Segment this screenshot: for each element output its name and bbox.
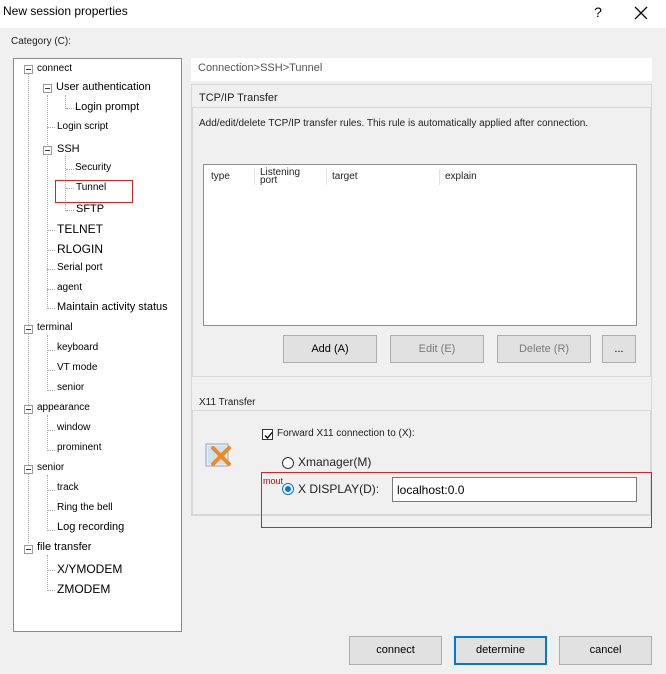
check-icon	[264, 432, 273, 439]
tree-item-serial-port[interactable]: Serial port	[57, 262, 103, 273]
tree-line	[47, 430, 55, 431]
tree-item-terminal[interactable]: terminal	[37, 322, 73, 333]
tree-item-terminal-senior[interactable]: senior	[57, 382, 84, 393]
breadcrumb: Connection>SSH>Tunnel	[191, 58, 652, 81]
tree-line	[47, 490, 55, 491]
tree-item-ring-the-bell[interactable]: Ring the bell	[57, 502, 113, 513]
column-separator	[326, 169, 327, 185]
close-icon	[634, 6, 648, 20]
tree-line	[66, 108, 74, 109]
collapse-icon[interactable]	[24, 325, 33, 334]
tree-item-connect[interactable]: connect	[37, 63, 72, 74]
tree-item-prominent[interactable]: prominent	[57, 442, 101, 453]
tree-line	[65, 95, 66, 109]
tree-line	[47, 555, 48, 591]
column-header-type[interactable]: type	[211, 172, 230, 182]
tree-line	[47, 415, 48, 451]
tree-item-window[interactable]: window	[57, 422, 90, 433]
tree-line	[66, 169, 74, 170]
tree-line	[47, 450, 55, 451]
tree-line	[47, 590, 55, 591]
tree-line	[47, 350, 55, 351]
tree-item-log-recording[interactable]: Log recording	[57, 521, 124, 533]
tree-line	[47, 269, 55, 270]
collapse-icon[interactable]	[24, 65, 33, 74]
tree-line	[47, 510, 55, 511]
collapse-icon[interactable]	[24, 465, 33, 474]
connect-button[interactable]: connect	[349, 636, 442, 665]
tree-item-track[interactable]: track	[57, 482, 79, 493]
column-header-explain[interactable]: explain	[445, 172, 477, 182]
collapse-icon[interactable]	[43, 84, 52, 93]
tree-line	[47, 390, 55, 391]
tree-item-sftp[interactable]: SFTP	[76, 203, 104, 215]
tree-line	[47, 230, 55, 231]
tree-item-maintain-activity-status[interactable]: Maintain activity status	[57, 301, 168, 313]
tree-line	[47, 475, 48, 531]
breadcrumb-text: Connection>SSH>Tunnel	[198, 62, 323, 74]
tree-item-vt-mode[interactable]: VT mode	[57, 362, 97, 373]
tree-item-senior[interactable]: senior	[37, 462, 64, 473]
close-button[interactable]	[626, 2, 656, 26]
xmanager-label[interactable]: Xmanager(M)	[298, 455, 371, 469]
tree-line	[47, 250, 55, 251]
collapse-icon[interactable]	[24, 545, 33, 554]
tree-item-zmodem[interactable]: ZMODEM	[57, 582, 110, 596]
tree-item-appearance[interactable]: appearance	[37, 402, 90, 413]
tree-line	[66, 210, 74, 211]
cancel-button[interactable]: cancel	[559, 636, 652, 665]
tree-item-login-prompt[interactable]: Login prompt	[75, 101, 139, 113]
category-tree[interactable]: connect User authentication Login prompt…	[13, 58, 182, 632]
tree-item-ssh[interactable]: SSH	[57, 143, 80, 155]
tree-line	[47, 308, 55, 309]
tcpip-section-title: TCP/IP Transfer	[199, 92, 278, 104]
window-title: New session properties	[3, 4, 128, 18]
add-button[interactable]: Add (A)	[283, 335, 377, 363]
tree-item-keyboard[interactable]: keyboard	[57, 342, 98, 353]
highlight-annotation	[261, 472, 652, 528]
transfer-rules-table[interactable]: type Listening port target explain	[203, 164, 637, 326]
tree-item-telnet[interactable]: TELNET	[57, 222, 103, 236]
help-button[interactable]: ?	[588, 4, 608, 24]
tree-line	[47, 289, 55, 290]
xmanager-radio[interactable]	[282, 457, 294, 469]
tree-item-xymodem[interactable]: X/YMODEM	[57, 562, 122, 576]
column-header-target[interactable]: target	[332, 172, 358, 182]
x11-icon	[203, 438, 235, 470]
collapse-icon[interactable]	[43, 146, 52, 155]
forward-x11-checkbox[interactable]	[262, 429, 273, 440]
tree-item-file-transfer[interactable]: file transfer	[37, 541, 91, 553]
column-header-listening-port[interactable]: Listening port	[260, 168, 320, 186]
tcpip-description: Add/edit/delete TCP/IP transfer rules. T…	[199, 118, 589, 129]
tree-line	[47, 370, 55, 371]
edit-button[interactable]: Edit (E)	[390, 335, 484, 363]
tree-line	[47, 530, 55, 531]
collapse-icon[interactable]	[24, 405, 33, 414]
tree-item-login-script[interactable]: Login script	[57, 121, 108, 132]
forward-x11-label[interactable]: Forward X11 connection to (X):	[277, 428, 415, 439]
category-label: Category (C):	[11, 36, 72, 47]
tree-line	[47, 570, 55, 571]
highlight-annotation	[55, 180, 133, 203]
tree-line	[47, 335, 48, 391]
tree-item-user-authentication[interactable]: User authentication	[56, 81, 151, 93]
tree-item-agent[interactable]: agent	[57, 282, 82, 293]
x11-section-title: X11 Transfer	[199, 397, 256, 408]
determine-button[interactable]: determine	[454, 636, 547, 665]
tree-item-rlogin[interactable]: RLOGIN	[57, 242, 103, 256]
tree-item-security[interactable]: Security	[75, 162, 111, 173]
more-button[interactable]: ...	[602, 335, 636, 363]
column-separator	[439, 169, 440, 185]
column-separator	[254, 169, 255, 185]
delete-button[interactable]: Delete (R)	[497, 335, 591, 363]
tree-line	[47, 127, 55, 128]
